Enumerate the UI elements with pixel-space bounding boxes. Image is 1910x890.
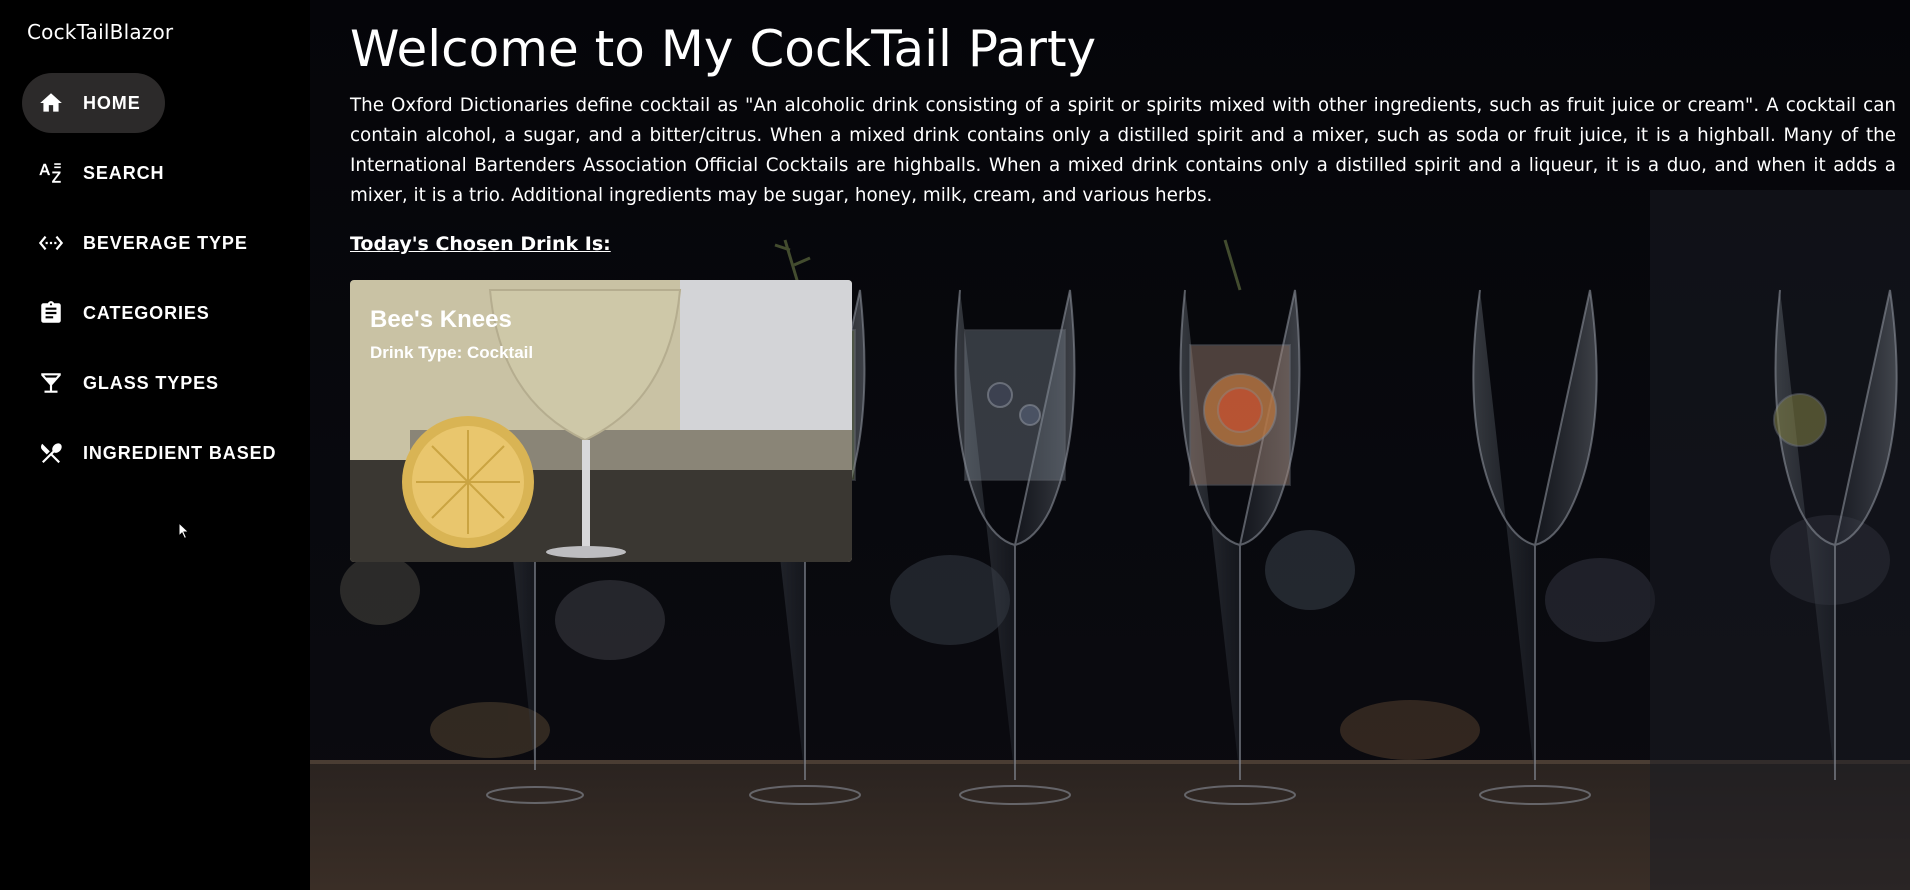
sidebar-item-beverage-type[interactable]: BEVERAGE TYPE (22, 213, 272, 273)
sidebar-item-home[interactable]: HOME (22, 73, 165, 133)
sidebar-item-ingredient-based[interactable]: INGREDIENT BASED (22, 423, 300, 483)
chosen-drink-label: Today's Chosen Drink Is: (350, 233, 611, 255)
sidebar-item-label: HOME (83, 92, 141, 113)
main-content: Welcome to My CockTail Party The Oxford … (310, 0, 1910, 890)
mouse-cursor-icon (178, 522, 190, 540)
sort-alpha-icon (38, 160, 64, 186)
utensils-icon (38, 440, 64, 466)
sidebar-nav: HOME SEARCH BEVERAGE TYPE CATEGORIES GLA… (22, 73, 302, 493)
sidebar-item-glass-types[interactable]: GLASS TYPES (22, 353, 243, 413)
sidebar-item-label: BEVERAGE TYPE (83, 232, 248, 253)
sidebar-item-label: SEARCH (83, 162, 165, 183)
sidebar-item-search[interactable]: SEARCH (22, 143, 188, 203)
sidebar: CockTailBlazor HOME SEARCH BEVERAGE TYPE (0, 0, 310, 890)
sidebar-item-label: GLASS TYPES (83, 372, 219, 393)
drink-name: Bee's Knees (370, 306, 512, 333)
sidebar-item-label: INGREDIENT BASED (83, 442, 277, 463)
app-title[interactable]: CockTailBlazor (27, 20, 173, 44)
page-title: Welcome to My CockTail Party (350, 20, 1097, 78)
home-icon (38, 90, 64, 116)
settings-ethernet-icon (38, 230, 64, 256)
drink-type: Drink Type: Cocktail (370, 343, 534, 362)
sidebar-item-label: CATEGORIES (83, 302, 210, 323)
intro-paragraph: The Oxford Dictionaries define cocktail … (350, 95, 1896, 206)
cocktail-glass-icon (38, 370, 64, 396)
clipboard-icon (38, 300, 64, 326)
drink-card[interactable]: Bee's Knees Drink Type: Cocktail (350, 280, 852, 562)
sidebar-item-categories[interactable]: CATEGORIES (22, 283, 234, 343)
app: CockTailBlazor HOME SEARCH BEVERAGE TYPE (0, 0, 1910, 890)
